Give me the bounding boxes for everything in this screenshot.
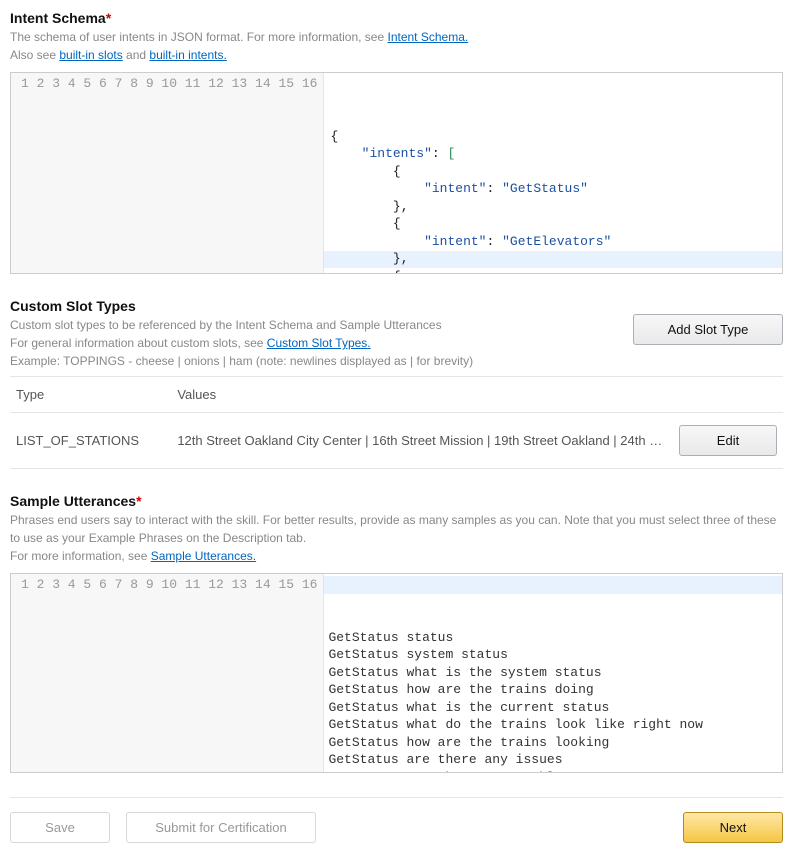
intent-schema-title: Intent Schema* bbox=[10, 10, 783, 26]
editor-body[interactable]: GetStatus status GetStatus system status… bbox=[324, 574, 782, 772]
required-marker: * bbox=[106, 10, 111, 26]
required-marker: * bbox=[136, 493, 141, 509]
custom-slot-types-link[interactable]: Custom Slot Types. bbox=[267, 336, 371, 350]
utterances-editor[interactable]: 1 2 3 4 5 6 7 8 9 10 11 12 13 14 15 16 G… bbox=[10, 573, 783, 773]
table-row: LIST_OF_STATIONS 12th Street Oakland Cit… bbox=[10, 413, 783, 469]
intent-schema-section: Intent Schema* The schema of user intent… bbox=[10, 10, 783, 274]
utterances-desc: Phrases end users say to interact with t… bbox=[10, 511, 783, 565]
intent-schema-link[interactable]: Intent Schema. bbox=[387, 30, 468, 44]
editor-body[interactable]: { "intents": [ { "intent": "GetStatus" }… bbox=[324, 73, 782, 273]
builtin-slots-link[interactable]: built-in slots bbox=[59, 48, 122, 62]
add-slot-type-button[interactable]: Add Slot Type bbox=[633, 314, 783, 345]
utterances-title: Sample Utterances* bbox=[10, 493, 783, 509]
custom-slot-desc: Custom slot types to be referenced by th… bbox=[10, 316, 473, 370]
submit-button[interactable]: Submit for Certification bbox=[126, 812, 316, 843]
custom-slot-section: Custom Slot Types Custom slot types to b… bbox=[10, 298, 783, 469]
builtin-intents-link[interactable]: built-in intents. bbox=[149, 48, 226, 62]
col-type: Type bbox=[10, 377, 171, 413]
next-button[interactable]: Next bbox=[683, 812, 783, 843]
slot-type-values: 12th Street Oakland City Center | 16th S… bbox=[171, 413, 673, 469]
col-values: Values bbox=[171, 377, 673, 413]
sample-utterances-section: Sample Utterances* Phrases end users say… bbox=[10, 493, 783, 773]
sample-utterances-link[interactable]: Sample Utterances. bbox=[151, 549, 256, 563]
slot-types-table: Type Values LIST_OF_STATIONS 12th Street… bbox=[10, 376, 783, 469]
custom-slot-title: Custom Slot Types bbox=[10, 298, 473, 314]
footer-bar: Save Submit for Certification Next bbox=[10, 797, 783, 843]
editor-gutter: 1 2 3 4 5 6 7 8 9 10 11 12 13 14 15 16 bbox=[11, 73, 324, 273]
editor-gutter: 1 2 3 4 5 6 7 8 9 10 11 12 13 14 15 16 bbox=[11, 574, 324, 772]
edit-slot-button[interactable]: Edit bbox=[679, 425, 777, 456]
slot-type-name: LIST_OF_STATIONS bbox=[10, 413, 171, 469]
save-button[interactable]: Save bbox=[10, 812, 110, 843]
intent-schema-editor[interactable]: 1 2 3 4 5 6 7 8 9 10 11 12 13 14 15 16 {… bbox=[10, 72, 783, 274]
intent-schema-desc: The schema of user intents in JSON forma… bbox=[10, 28, 783, 64]
